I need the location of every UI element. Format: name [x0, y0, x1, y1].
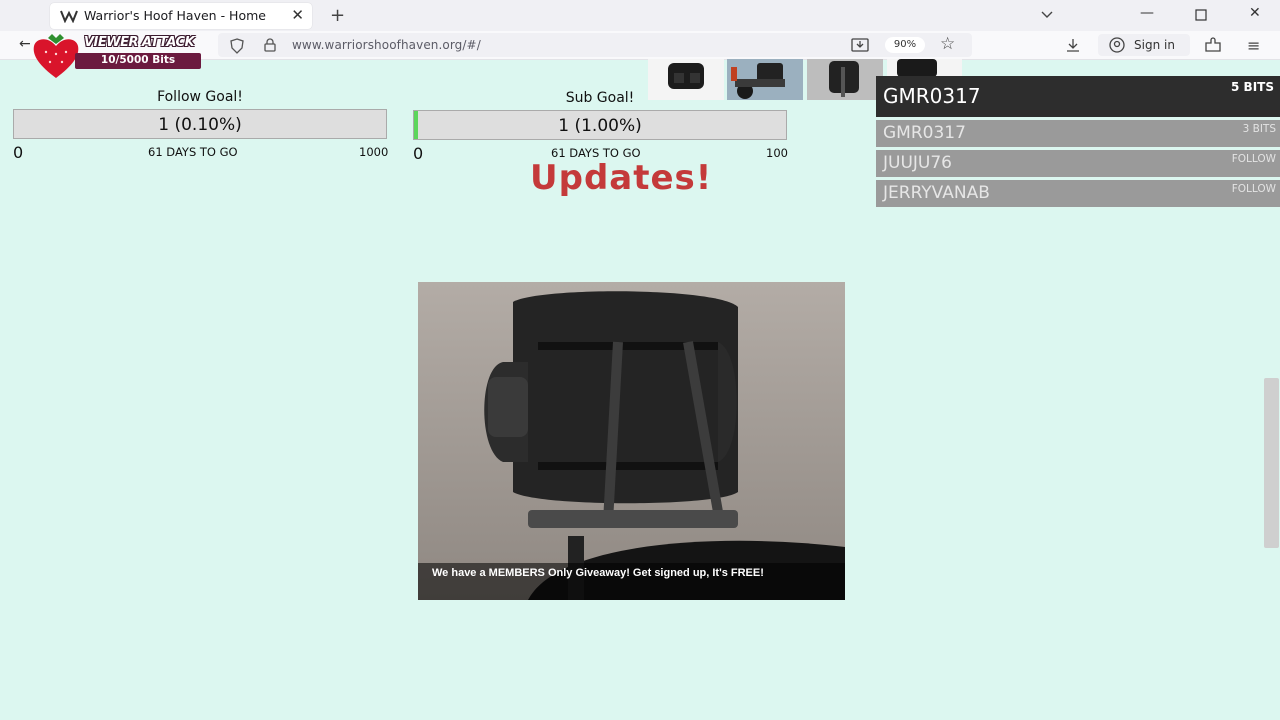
- event-name: JUUJU76: [883, 153, 952, 173]
- page-action-icon[interactable]: [851, 38, 869, 52]
- close-window-icon[interactable]: ✕: [1249, 5, 1261, 21]
- browser-tab[interactable]: Warrior's Hoof Haven - Home ✕: [50, 3, 312, 29]
- event-latest-name: GMR0317: [883, 84, 981, 108]
- sign-in-button[interactable]: Sign in: [1098, 34, 1190, 56]
- bag-side-thumbnail-image: [897, 59, 937, 77]
- follow-goal-days: 61 DAYS TO GO: [148, 145, 238, 159]
- follow-goal-progress: 1 (0.10%): [158, 115, 242, 135]
- thumbnail-bag-2[interactable]: [727, 59, 803, 100]
- thumbnail-bag-3[interactable]: [807, 59, 883, 100]
- event-name: JERRYVANAB: [883, 183, 990, 203]
- event-item: JUUJU76 FOLLOW: [876, 150, 1280, 177]
- event-tag: FOLLOW: [1231, 153, 1276, 165]
- viewer-attack-count: 10/5000 Bits: [100, 54, 176, 66]
- url-text[interactable]: www.warriorshoofhaven.org/#/: [292, 38, 481, 52]
- backpack-photo: [418, 282, 845, 600]
- sub-goal-max: 100: [766, 146, 788, 160]
- thumbnail-bag-4[interactable]: [887, 59, 962, 77]
- chevron-down-icon[interactable]: [1039, 6, 1055, 22]
- new-tab-icon[interactable]: +: [330, 5, 345, 26]
- event-item: JERRYVANAB FOLLOW: [876, 180, 1280, 207]
- download-icon[interactable]: [1065, 37, 1081, 53]
- tab-title: Warrior's Hoof Haven - Home: [84, 8, 266, 23]
- page-scrollbar[interactable]: [1264, 378, 1279, 548]
- sub-goal-bar: 1 (1.00%): [413, 110, 787, 140]
- giveaway-image[interactable]: [418, 282, 845, 600]
- account-icon: [1109, 37, 1125, 53]
- event-tag: 3 BITS: [1242, 123, 1276, 135]
- sign-in-label: Sign in: [1134, 38, 1175, 52]
- menu-icon[interactable]: ≡: [1247, 36, 1260, 55]
- follow-goal-bar: 1 (0.10%): [13, 109, 387, 139]
- site-logo-icon: [60, 10, 78, 23]
- viewer-attack-title: VIEWER ATTACK: [84, 35, 195, 50]
- extensions-icon[interactable]: [1204, 37, 1222, 53]
- bag-back-thumbnail-image: [807, 59, 883, 100]
- shield-icon[interactable]: [229, 38, 245, 54]
- zoom-level[interactable]: 90%: [885, 37, 925, 53]
- follow-goal-min: 0: [13, 143, 24, 162]
- follow-goal-max: 1000: [359, 145, 389, 159]
- sub-goal-progress: 1 (1.00%): [558, 116, 642, 136]
- thumbnail-bag-1[interactable]: [648, 59, 724, 100]
- event-name: GMR0317: [883, 123, 966, 143]
- bookmark-star-icon[interactable]: ☆: [940, 34, 955, 54]
- event-latest-amount: 5 BITS: [1231, 80, 1274, 94]
- sub-goal-min: 0: [413, 144, 424, 163]
- back-arrow-icon[interactable]: ←: [19, 36, 31, 52]
- follow-goal-title: Follow Goal!: [157, 89, 243, 105]
- lock-icon[interactable]: [263, 38, 277, 52]
- event-tag: FOLLOW: [1231, 183, 1276, 195]
- updates-heading: Updates!: [530, 158, 713, 198]
- maximize-icon[interactable]: [1195, 9, 1207, 21]
- close-tab-icon[interactable]: ✕: [291, 6, 304, 24]
- minimize-icon[interactable]: —: [1140, 5, 1154, 21]
- motorcycle-thumbnail-image: [727, 59, 803, 100]
- giveaway-caption: We have a MEMBERS Only Giveaway! Get sig…: [432, 567, 764, 579]
- bag-thumbnail-image: [668, 63, 704, 89]
- event-latest: GMR0317 5 BITS: [876, 76, 1280, 117]
- event-item: GMR0317 3 BITS: [876, 120, 1280, 147]
